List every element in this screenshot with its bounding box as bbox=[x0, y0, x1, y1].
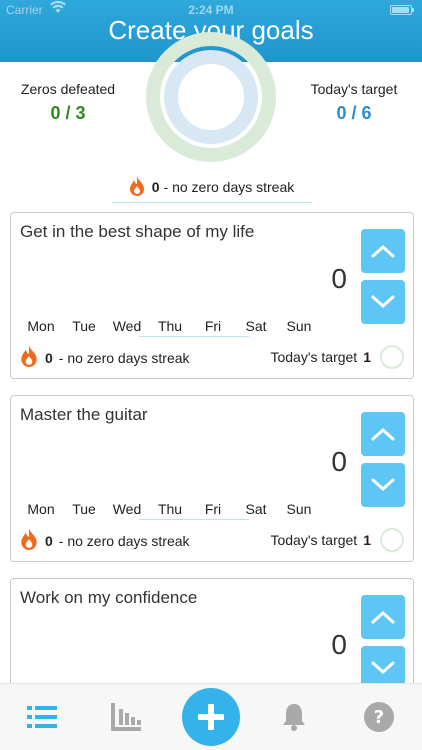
bell-icon bbox=[283, 704, 305, 731]
add-goal-button[interactable] bbox=[182, 688, 240, 746]
progress-ring bbox=[146, 32, 276, 162]
divider bbox=[112, 202, 312, 203]
chevron-down-icon bbox=[371, 295, 395, 309]
day-label: Sat bbox=[245, 318, 267, 334]
weekday-row: Mon Tue Wed Thu Fri Sat Sun bbox=[19, 318, 359, 338]
streak-count: 0 bbox=[151, 179, 160, 195]
increment-button[interactable] bbox=[361, 229, 405, 273]
goal-card[interactable]: Get in the best shape of my life 0 Mon T… bbox=[10, 212, 414, 379]
chevron-down-icon bbox=[371, 661, 395, 675]
divider bbox=[139, 336, 249, 337]
weekday-row: Mon Tue Wed Thu Fri Sat Sun bbox=[19, 501, 359, 521]
day-label: Fri bbox=[204, 501, 222, 517]
chevron-up-icon bbox=[371, 427, 395, 441]
goal-target: Today's target 1 bbox=[270, 349, 371, 365]
todays-target-label: Today's target bbox=[310, 81, 398, 97]
goal-count: 0 bbox=[331, 263, 347, 294]
day-label: Mon bbox=[27, 318, 55, 334]
zeros-defeated-label: Zeros defeated bbox=[20, 81, 116, 97]
todays-target-value: 0 / 6 bbox=[336, 103, 372, 123]
day-label: Tue bbox=[72, 501, 96, 517]
chevron-up-icon bbox=[371, 244, 395, 258]
day-label: Thu bbox=[157, 501, 183, 517]
goal-title: Get in the best shape of my life bbox=[20, 222, 255, 241]
day-label: Wed bbox=[112, 318, 142, 334]
flame-icon bbox=[128, 176, 146, 199]
tab-help[interactable]: ? bbox=[362, 700, 396, 734]
list-icon bbox=[27, 706, 57, 728]
streak-count: 0 bbox=[45, 532, 53, 549]
overall-streak: 0- no zero days streak bbox=[0, 176, 422, 199]
add-icon bbox=[198, 704, 224, 730]
streak-text: - no zero days streak bbox=[58, 349, 190, 366]
goal-count: 0 bbox=[331, 629, 347, 660]
day-label: Thu bbox=[157, 318, 183, 334]
target-label: Today's target bbox=[270, 532, 358, 548]
day-label: Mon bbox=[27, 501, 55, 517]
completion-circle[interactable] bbox=[380, 528, 404, 552]
increment-button[interactable] bbox=[361, 412, 405, 456]
goal-count: 0 bbox=[331, 446, 347, 477]
zeros-defeated-value: 0 / 3 bbox=[50, 103, 86, 123]
decrement-button[interactable] bbox=[361, 463, 405, 507]
goal-streak: 0 - no zero days streak bbox=[19, 528, 190, 553]
target-value: 1 bbox=[363, 349, 371, 365]
day-label: Fri bbox=[204, 318, 222, 334]
target-label: Today's target bbox=[270, 349, 358, 365]
target-value: 1 bbox=[363, 532, 371, 548]
goal-title: Master the guitar bbox=[20, 405, 148, 424]
goal-title: Work on my confidence bbox=[20, 588, 198, 607]
day-label: Sun bbox=[286, 501, 312, 517]
day-label: Sun bbox=[286, 318, 312, 334]
completion-circle[interactable] bbox=[380, 345, 404, 369]
flame-icon bbox=[19, 345, 39, 370]
flame-icon bbox=[19, 528, 39, 553]
streak-text: - no zero days streak bbox=[58, 532, 190, 549]
goal-card[interactable]: Master the guitar 0 Mon Tue Wed Thu Fri … bbox=[10, 395, 414, 562]
increment-button[interactable] bbox=[361, 595, 405, 639]
chevron-down-icon bbox=[371, 478, 395, 492]
target-ring bbox=[164, 50, 258, 144]
svg-text:?: ? bbox=[374, 707, 384, 728]
streak-count: 0 bbox=[45, 349, 53, 366]
summary-panel: Zeros defeated 0 / 3 Today's target 0 / … bbox=[0, 32, 422, 203]
tab-goals[interactable] bbox=[25, 700, 59, 734]
battery-icon bbox=[390, 5, 414, 15]
decrement-button[interactable] bbox=[361, 280, 405, 324]
help-icon: ? bbox=[364, 702, 394, 732]
streak-text: - no zero days streak bbox=[163, 179, 295, 195]
stats-icon bbox=[111, 703, 141, 731]
day-label: Wed bbox=[112, 501, 142, 517]
tab-notifications[interactable] bbox=[277, 700, 311, 734]
day-label: Tue bbox=[72, 318, 96, 334]
goal-target: Today's target 1 bbox=[270, 532, 371, 548]
tab-stats[interactable] bbox=[109, 700, 143, 734]
goal-streak: 0 - no zero days streak bbox=[19, 345, 190, 370]
chevron-up-icon bbox=[371, 610, 395, 624]
divider bbox=[139, 519, 249, 520]
day-label: Sat bbox=[245, 501, 267, 517]
